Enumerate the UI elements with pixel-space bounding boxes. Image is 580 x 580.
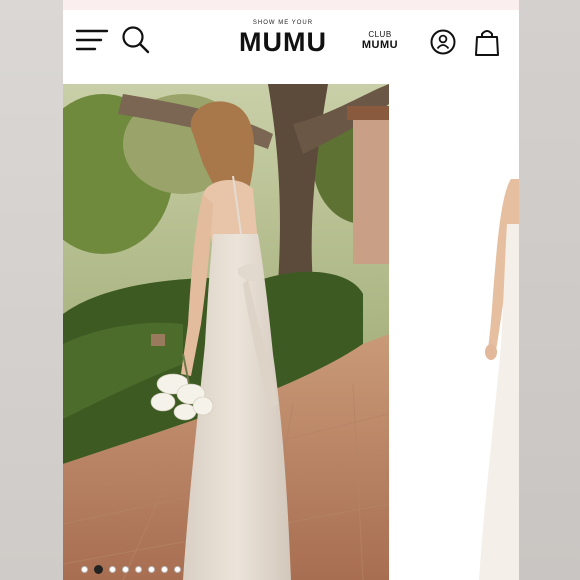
gallery-dot[interactable]: [109, 566, 116, 573]
gallery-dot[interactable]: [161, 566, 168, 573]
gallery-dot[interactable]: [174, 566, 181, 573]
club-label-bottom: MUMU: [361, 39, 399, 51]
hamburger-menu-icon[interactable]: [75, 28, 109, 54]
club-mumu-link[interactable]: CLUB MUMU: [356, 30, 404, 51]
brand-logo[interactable]: SHOW ME YOUR MUMU: [231, 20, 335, 68]
gallery-dot[interactable]: [122, 566, 129, 573]
search-icon[interactable]: [121, 25, 151, 55]
club-label-top: CLUB: [368, 30, 392, 39]
logo-wordmark: MUMU: [239, 27, 327, 57]
account-icon[interactable]: [430, 29, 456, 55]
photo-frame-right: [519, 0, 580, 580]
product-page: SHOW ME YOUR MUMU CLUB MUMU: [63, 0, 519, 580]
shopping-bag-icon[interactable]: [473, 27, 501, 57]
gallery-dot[interactable]: [94, 565, 103, 574]
product-photo-main[interactable]: [63, 84, 389, 580]
photo-frame-left: [0, 0, 63, 580]
gallery-dot[interactable]: [148, 566, 155, 573]
gallery-dot[interactable]: [135, 566, 142, 573]
site-header: SHOW ME YOUR MUMU CLUB MUMU: [63, 10, 519, 84]
promo-strip: [63, 0, 519, 10]
gallery-pagination: [81, 565, 181, 574]
logo-tagline: SHOW ME YOUR: [252, 20, 314, 26]
gallery-dot[interactable]: [81, 566, 88, 573]
product-photo-next-preview[interactable]: [389, 84, 519, 580]
